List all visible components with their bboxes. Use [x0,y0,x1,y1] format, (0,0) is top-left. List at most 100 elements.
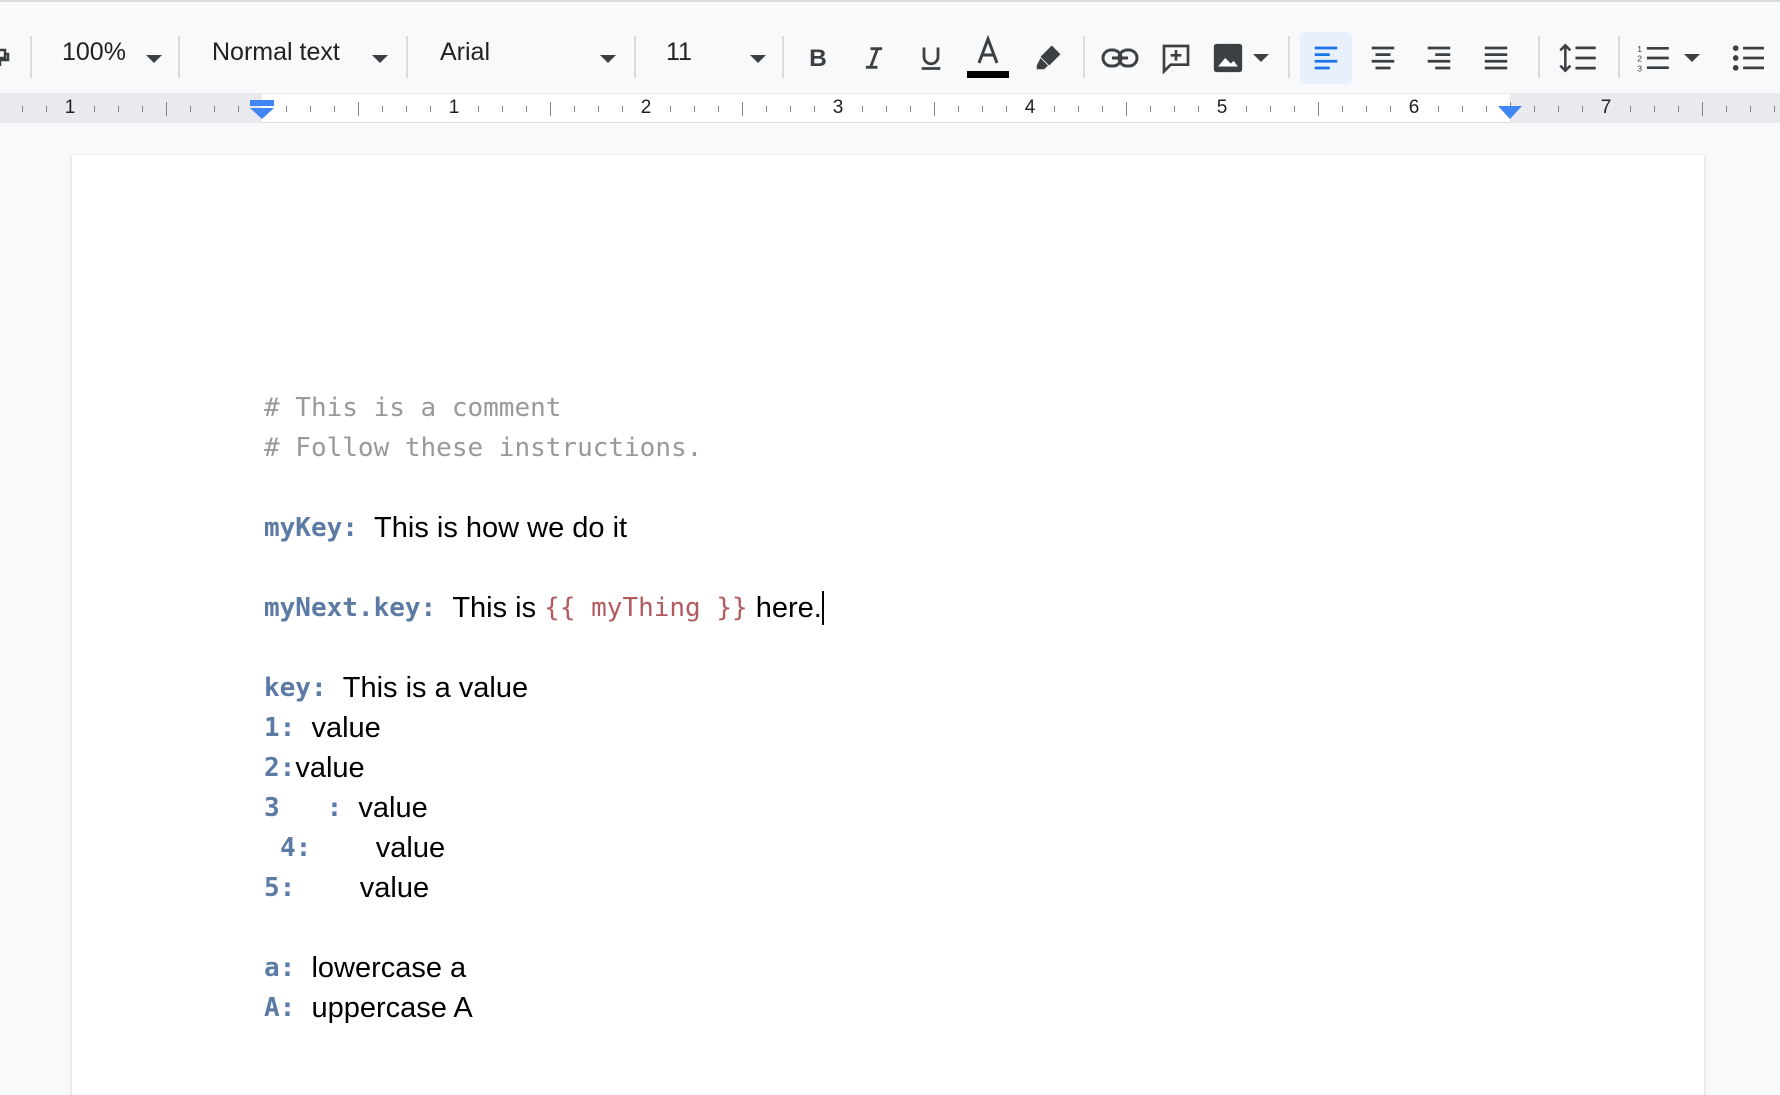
align-center-button[interactable] [1357,32,1409,84]
ruler-label: 3 [832,97,844,118]
ruler-tick [1126,101,1127,116]
align-left-button[interactable] [1300,32,1352,84]
font-family-select[interactable]: Arial [428,28,628,84]
value-text: lowercase a [311,951,467,984]
text-cursor [821,591,824,625]
key-value-line: myKey: This is how we do it [264,508,627,548]
italic-icon [865,47,883,69]
ruler-tick [1078,105,1079,112]
list-item: 1: value [264,708,381,748]
ruler-tick [1054,105,1055,112]
chevron-down-icon [750,55,766,63]
ruler-tick [118,105,119,112]
ruler-left-margin [0,94,262,123]
numbered-list-button[interactable]: 123 [1630,32,1706,84]
italic-button[interactable] [848,32,900,84]
svg-text:B: B [809,45,827,72]
font-size-select[interactable]: 11 [652,28,776,84]
separator [178,36,180,78]
ruler-tick [1318,101,1319,116]
ruler-tick [1534,105,1535,112]
zoom-select[interactable]: 100% [50,28,168,84]
chevron-down-icon [372,55,388,63]
key-text: 2: [264,753,296,783]
ruler-tick [766,105,767,112]
link-icon [1101,48,1139,68]
separator [406,36,408,78]
ruler-tick [1750,105,1751,112]
ruler-label: 6 [1408,97,1420,118]
ruler-tick [214,105,215,112]
ruler-tick [334,105,335,112]
left-indent-marker[interactable] [249,100,275,120]
line-spacing-icon [1559,43,1596,73]
separator [1288,36,1290,78]
ruler-label: 7 [1600,97,1612,118]
ruler-tick [238,105,239,112]
ruler-tick [1150,105,1151,112]
ruler-label: 4 [1024,97,1036,118]
add-comment-icon [1162,44,1190,74]
document-page[interactable]: # This is a comment # Follow these instr… [72,155,1704,1095]
key-text: myKey: [264,513,358,543]
ruler-tick [94,105,95,112]
ruler-tick [1294,105,1295,112]
toolbar: 100% Normal text Arial 11 B 1 2 3 [0,0,1780,93]
ruler-tick [1582,105,1583,112]
comment-text: # Follow these instructions. [264,433,703,463]
bold-icon: B [809,45,827,72]
text-color-icon [967,35,1009,78]
insert-comment-button[interactable] [1150,32,1202,84]
ruler-tick [574,105,575,112]
ruler-tick [598,105,599,112]
svg-text:1: 1 [1637,44,1642,54]
separator [782,36,784,78]
ruler-tick [622,105,623,112]
line-spacing-button[interactable] [1552,32,1604,84]
justify-icon [1484,46,1508,70]
separator [1538,36,1540,78]
key-value-line: key: This is a value [264,668,528,708]
svg-text:3: 3 [1637,63,1642,73]
ruler-tick [814,105,815,112]
ruler-tick [1774,105,1775,112]
ruler-tick [190,105,191,112]
chevron-down-icon [146,55,162,63]
bulleted-list-button[interactable] [1722,32,1774,84]
insert-link-button[interactable] [1094,32,1146,84]
separator [634,36,636,78]
key-value-line: a: lowercase a [264,948,466,988]
underline-button[interactable] [905,32,957,84]
numbered-list-icon: 123 [1637,44,1669,73]
separator [30,36,32,78]
svg-text:2: 2 [1637,54,1642,64]
value-text: value [311,711,381,744]
ruler-tick [526,105,527,112]
ruler-tick [694,105,695,112]
ruler-tick [406,105,407,112]
ruler[interactable]: 1 1 2 3 4 5 6 7 [0,93,1780,123]
chevron-down-icon [600,55,616,63]
right-indent-marker[interactable] [1498,106,1522,120]
justify-button[interactable] [1470,32,1522,84]
ruler-tick [670,105,671,112]
bold-button[interactable]: B [792,32,844,84]
ruler-right-margin [1510,94,1780,123]
paint-format-button[interactable] [0,32,26,84]
insert-image-button[interactable] [1204,32,1276,84]
ruler-tick [1702,101,1703,116]
image-icon [1213,43,1243,73]
ruler-tick [1390,105,1391,112]
paragraph-style-select[interactable]: Normal text [200,28,400,84]
ruler-tick [1198,105,1199,112]
ruler-tick [286,105,287,112]
value-text: This is [452,591,537,624]
text-color-button[interactable] [962,32,1014,84]
value-text: value [295,751,365,784]
highlight-button[interactable] [1022,32,1074,84]
ruler-tick [862,105,863,112]
align-right-button[interactable] [1413,32,1465,84]
ruler-tick [982,105,983,112]
ruler-tick [1678,105,1679,112]
ruler-tick [1438,105,1439,112]
